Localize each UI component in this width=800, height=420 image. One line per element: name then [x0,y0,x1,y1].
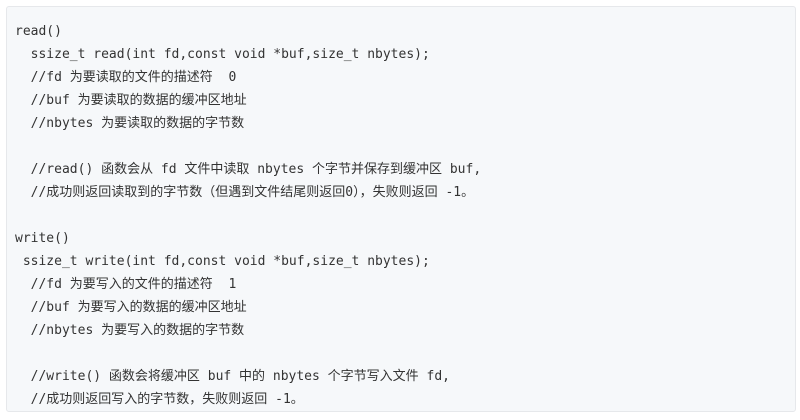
code-line-write-signature: ssize_t write(int fd,const void *buf,siz… [15,254,430,269]
code-line-write-comment-nbytes: //nbytes 为要写入的数据的字节数 [15,323,245,338]
code-block: read() ssize_t read(int fd,const void *b… [6,6,796,412]
code-line-write-comment-desc: //write() 函数会将缓冲区 buf 中的 nbytes 个字节写入文件 … [15,369,450,384]
code-line-read-comment-buf: //buf 为要读取的数据的缓冲区地址 [15,93,247,108]
code-line-read-comment-return: //成功则返回读取到的字节数（但遇到文件结尾则返回0），失败则返回 -1。 [15,185,475,200]
code-line-read-comment-fd: //fd 为要读取的文件的描述符 0 [15,70,237,85]
code-line-read-header: read() [15,24,62,39]
code-line-read-signature: ssize_t read(int fd,const void *buf,size… [15,47,430,62]
code-line-write-header: write() [15,231,70,246]
code-line-write-comment-return: //成功则返回写入的字节数，失败则返回 -1。 [15,392,304,407]
code-lines: read() ssize_t read(int fd,const void *b… [7,7,795,411]
code-line-write-comment-fd: //fd 为要写入的文件的描述符 1 [15,277,237,292]
code-line-read-comment-nbytes: //nbytes 为要读取的数据的字节数 [15,116,245,131]
code-line-read-comment-desc: //read() 函数会从 fd 文件中读取 nbytes 个字节并保存到缓冲区… [15,162,482,177]
code-line-write-comment-buf: //buf 为要写入的数据的缓冲区地址 [15,300,247,315]
